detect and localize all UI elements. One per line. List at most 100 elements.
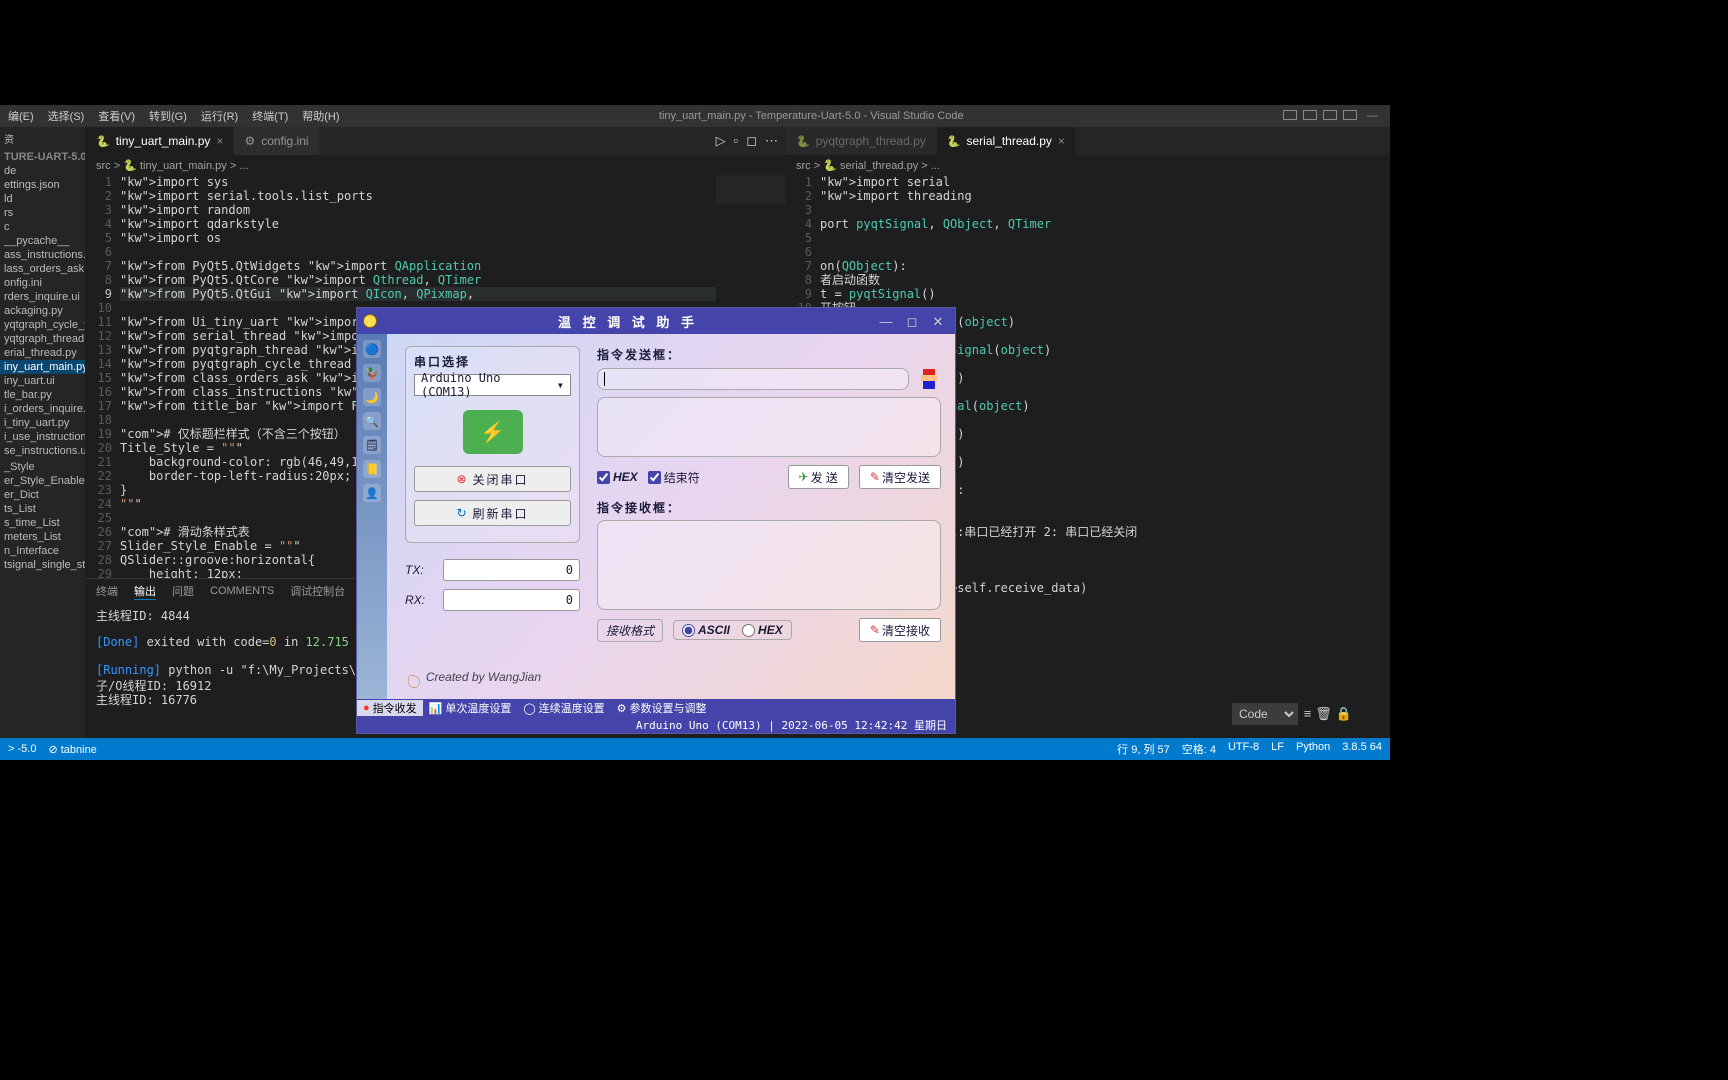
close-icon[interactable]: × <box>1058 134 1065 148</box>
explorer-item[interactable]: iny_uart.ui <box>0 374 85 388</box>
explorer-item[interactable]: de <box>0 164 85 178</box>
moon-icon[interactable]: 🌙 <box>363 388 381 406</box>
explorer-item[interactable]: rders_inquire.ui <box>0 290 85 304</box>
tab-params[interactable]: ⚙参数设置与调整 <box>611 700 713 716</box>
clear-send-button[interactable]: ✎清空发送 <box>859 465 941 489</box>
menu-goto[interactable]: 转到(G) <box>149 108 187 124</box>
lock-icon[interactable]: 🔒 <box>1336 706 1352 722</box>
layout-icon[interactable] <box>1343 110 1357 120</box>
explorer-item[interactable]: lass_orders_ask.py <box>0 262 85 276</box>
explorer-item[interactable]: ackaging.py <box>0 304 85 318</box>
breadcrumb[interactable]: src > 🐍 serial_thread.py > ... <box>786 155 1390 175</box>
tab-continuous-temp[interactable]: ◯连续温度设置 <box>517 700 610 716</box>
split-icon[interactable]: ▫ <box>734 133 739 149</box>
book-icon[interactable]: 📒 <box>363 460 381 478</box>
note-icon[interactable]: 🗒 <box>363 436 381 454</box>
explorer-item[interactable]: ettings.json <box>0 178 85 192</box>
explorer-sidebar[interactable]: 资 TURE-UART-5.0 deettings.jsonldrsc__pyc… <box>0 127 86 738</box>
hex-radio[interactable]: HEX <box>742 623 783 637</box>
more-icon[interactable]: ⋯ <box>765 133 778 149</box>
menu-help[interactable]: 帮助(H) <box>302 108 339 124</box>
tab-tiny-uart-main[interactable]: 🐍 tiny_uart_main.py × <box>86 127 233 155</box>
explorer-item[interactable]: tle_bar.py <box>0 388 85 402</box>
explorer-item[interactable]: se_instructions.ui <box>0 444 85 458</box>
menu-edit[interactable]: 编(E) <box>8 108 34 124</box>
status-lang[interactable]: Python <box>1296 741 1330 757</box>
explorer-item[interactable]: onfig.ini <box>0 276 85 290</box>
ascii-radio[interactable]: ASCII <box>682 623 730 637</box>
menu-run[interactable]: 运行(R) <box>201 108 238 124</box>
tab-single-temp[interactable]: 📊单次温度设置 <box>423 700 518 716</box>
mario-icon[interactable] <box>917 367 941 391</box>
explorer-item[interactable]: tsignal_single_start <box>0 558 85 572</box>
explorer-item[interactable]: er_Style_Enable <box>0 474 85 488</box>
menu-view[interactable]: 查看(V) <box>98 108 135 124</box>
user-icon[interactable]: 👤 <box>363 484 381 502</box>
dialog-titlebar[interactable]: 温 控 调 试 助 手 — ◻ ✕ <box>357 308 955 334</box>
send-input[interactable] <box>597 368 909 390</box>
term-tab-comments[interactable]: COMMENTS <box>210 585 274 597</box>
status-eol[interactable]: LF <box>1271 741 1284 757</box>
menu-select[interactable]: 选择(S) <box>48 108 85 124</box>
hex-checkbox[interactable]: HEX <box>597 470 638 484</box>
close-icon[interactable]: × <box>216 134 223 148</box>
palette-icon[interactable]: 🔵 <box>363 340 381 358</box>
project-name[interactable]: TURE-UART-5.0 <box>0 150 85 164</box>
breadcrumb[interactable]: src > 🐍 tiny_uart_main.py > ... <box>86 155 786 175</box>
refresh-serial-button[interactable]: ↻ 刷新串口 <box>414 500 571 526</box>
status-cursor[interactable]: 行 9, 列 57 <box>1117 741 1170 757</box>
layout-icon[interactable] <box>1303 110 1317 120</box>
list-icon[interactable]: ≡ <box>1304 706 1312 722</box>
explorer-item[interactable]: meters_List <box>0 530 85 544</box>
tab-pyqtgraph-thread[interactable]: 🐍 pyqtgraph_thread.py <box>786 127 936 155</box>
explorer-item[interactable]: erial_thread.py <box>0 346 85 360</box>
explorer-item[interactable]: _Style <box>0 460 85 474</box>
bird-icon[interactable]: 🦆 <box>363 364 381 382</box>
tab-config-ini[interactable]: ⚙ config.ini <box>234 127 318 155</box>
maximize-icon[interactable]: ◻ <box>905 314 923 328</box>
serial-port-combo[interactable]: Arduino Uno (COM13) ▾ <box>414 374 571 396</box>
explorer-item[interactable]: ass_instructions.py <box>0 248 85 262</box>
explorer-item[interactable]: __pycache__ <box>0 234 85 248</box>
send-button[interactable]: ✈发 送 <box>788 465 849 489</box>
receive-box[interactable] <box>597 520 941 610</box>
explorer-item[interactable]: iny_uart_main.py <box>0 360 85 374</box>
explorer-item[interactable]: rs <box>0 206 85 220</box>
status-pyver[interactable]: 3.8.5 64 <box>1342 741 1382 757</box>
status-indent[interactable]: 空格: 4 <box>1182 741 1216 757</box>
term-tab-problems[interactable]: 问题 <box>172 583 194 599</box>
status-branch[interactable]: > -5.0 <box>8 743 36 756</box>
explorer-item[interactable]: yqtgraph_thread.py <box>0 332 85 346</box>
menu-bar[interactable]: 编(E) 选择(S) 查看(V) 转到(G) 运行(R) 终端(T) 帮助(H) <box>8 108 340 124</box>
search-icon[interactable]: 🔍 <box>363 412 381 430</box>
term-tab-terminal[interactable]: 终端 <box>96 583 118 599</box>
layout-icon[interactable] <box>1283 110 1297 120</box>
explorer-item[interactable]: i_tiny_uart.py <box>0 416 85 430</box>
explorer-item[interactable]: i_use_instructions.py <box>0 430 85 444</box>
minimize-icon[interactable]: — <box>1363 110 1382 122</box>
explorer-item[interactable]: c <box>0 220 85 234</box>
clear-receive-button[interactable]: ✎清空接收 <box>859 618 941 642</box>
menu-terminal[interactable]: 终端(T) <box>252 108 288 124</box>
terminator-checkbox[interactable]: 结束符 <box>648 469 700 486</box>
status-encoding[interactable]: UTF-8 <box>1228 741 1259 757</box>
explorer-item[interactable]: yqtgraph_cycle_thr... <box>0 318 85 332</box>
status-tabnine[interactable]: ⊘ tabnine <box>48 743 96 756</box>
layout-icon[interactable] <box>1323 110 1337 120</box>
explorer-item[interactable]: i_orders_inquire.py <box>0 402 85 416</box>
code-runner-dropdown[interactable]: Code ≡ 🗑 🔒 <box>1232 703 1352 725</box>
close-serial-button[interactable]: ⊗ 关闭串口 <box>414 466 571 492</box>
explorer-item[interactable]: ts_List <box>0 502 85 516</box>
explorer-item[interactable]: er_Dict <box>0 488 85 502</box>
send-history-box[interactable] <box>597 397 941 457</box>
split-icon[interactable]: ◻ <box>746 133 757 149</box>
minimize-icon[interactable]: — <box>879 314 897 328</box>
run-icon[interactable]: ▷ <box>716 133 726 149</box>
close-icon[interactable]: ✕ <box>931 314 949 328</box>
explorer-item[interactable]: ld <box>0 192 85 206</box>
term-tab-debug[interactable]: 调试控制台 <box>290 583 345 599</box>
tab-commands[interactable]: ●指令收发 <box>357 700 423 716</box>
explorer-item[interactable]: n_Interface <box>0 544 85 558</box>
code-select[interactable]: Code <box>1232 703 1298 725</box>
clear-icon[interactable]: 🗑 <box>1315 706 1332 722</box>
